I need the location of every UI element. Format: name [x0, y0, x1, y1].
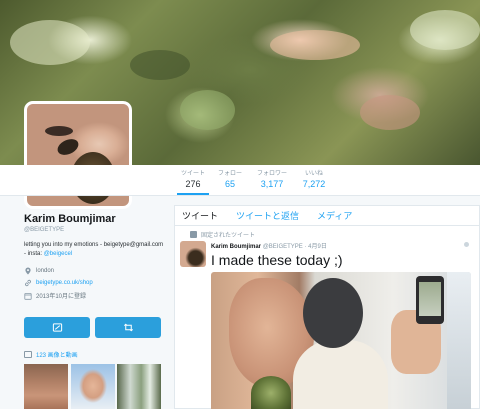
profile-bio: letting you into my emotions - beigetype…	[24, 241, 164, 259]
tweet-text: I made these today ;)	[211, 252, 343, 268]
banner-shape	[10, 20, 90, 65]
stat-followers[interactable]: フォロワー 3,177	[255, 171, 289, 190]
media-thumbnail[interactable]	[24, 364, 68, 409]
photo-icon	[24, 351, 32, 358]
calendar-icon	[24, 292, 32, 300]
profile-nav-stats: ツイート 276 フォロー 65 フォロワー 3,177 いいね 7,272	[0, 165, 480, 196]
stat-label: フォロワー	[256, 171, 287, 177]
photo-person-shirt	[293, 340, 388, 409]
tab-tweets[interactable]: ツイート	[182, 209, 218, 222]
profile-website: beigetype.co.uk/shop	[24, 279, 164, 287]
profile-joined: 2013年10月に登録	[24, 291, 164, 300]
avatar-snail-body	[55, 136, 81, 158]
tweet-photo[interactable]	[211, 272, 471, 409]
retweet-icon	[123, 323, 133, 332]
avatar-eye	[45, 126, 73, 136]
media-thumbnail[interactable]	[117, 364, 161, 409]
profile-location: london	[24, 267, 164, 275]
photo-earring	[251, 376, 291, 409]
pin-icon	[190, 231, 197, 238]
tweet-header: Karim Boumjimar @BEIGETYPE · 4月9日	[211, 244, 327, 250]
stat-tweets[interactable]: ツイート 276	[177, 171, 209, 195]
tweet-more-icon[interactable]	[464, 242, 469, 247]
retweet-button[interactable]	[95, 317, 161, 338]
banner-shape	[410, 10, 480, 50]
stat-likes[interactable]: いいね 7,272	[301, 171, 327, 190]
photo-phone	[416, 276, 444, 324]
location-pin-icon	[24, 267, 32, 275]
stat-value: 276	[185, 179, 201, 189]
stat-value: 65	[224, 179, 235, 189]
tweet-handle[interactable]: @BEIGETYPE	[263, 244, 303, 250]
profile-handle[interactable]: @BEIGETYPE	[24, 227, 164, 233]
bio-link[interactable]: @beigecel	[44, 251, 72, 257]
banner-shape	[270, 30, 360, 60]
profile-actions	[24, 317, 161, 339]
tab-media[interactable]: メディア	[317, 209, 352, 222]
tweet-avatar[interactable]	[180, 241, 206, 267]
joined-text: 2013年10月に登録	[36, 294, 87, 300]
banner-shape	[360, 95, 420, 130]
stat-label: フォロー	[218, 171, 243, 177]
tweet-date[interactable]: 4月9日	[308, 244, 327, 250]
tweet-author[interactable]: Karim Boumjimar	[211, 244, 261, 250]
location-text: london	[36, 268, 55, 274]
photo-person-head	[303, 278, 363, 348]
timeline: ツイート ツイートと返信 メディア 固定されたツイート Karim Boumji…	[174, 205, 480, 409]
message-icon	[52, 323, 62, 332]
stat-value: 3,177	[260, 179, 284, 189]
media-thumbnail[interactable]	[71, 364, 115, 409]
banner-shape	[180, 90, 235, 130]
pinned-label: 固定されたツイート	[201, 233, 256, 239]
message-button[interactable]	[24, 317, 90, 338]
stat-label: ツイート	[181, 171, 206, 177]
stat-following[interactable]: フォロー 65	[218, 171, 242, 190]
stat-label: いいね	[304, 171, 323, 177]
photo-background	[447, 272, 471, 409]
profile-card: Karim Boumjimar @BEIGETYPE letting you i…	[24, 213, 164, 300]
banner-shape	[130, 50, 190, 80]
tab-tweets-and-replies[interactable]: ツイートと返信	[236, 209, 299, 222]
profile-name[interactable]: Karim Boumjimar	[24, 213, 164, 226]
stat-value: 7,272	[302, 179, 326, 189]
website-link[interactable]: beigetype.co.uk/shop	[36, 280, 93, 286]
media-link[interactable]: 123 画像と動画	[24, 350, 78, 359]
media-label: 123 画像と動画	[36, 353, 78, 359]
timeline-tabs: ツイート ツイートと返信 メディア	[175, 206, 479, 226]
link-icon	[24, 279, 32, 287]
pinned-indicator: 固定されたツイート	[190, 230, 255, 239]
